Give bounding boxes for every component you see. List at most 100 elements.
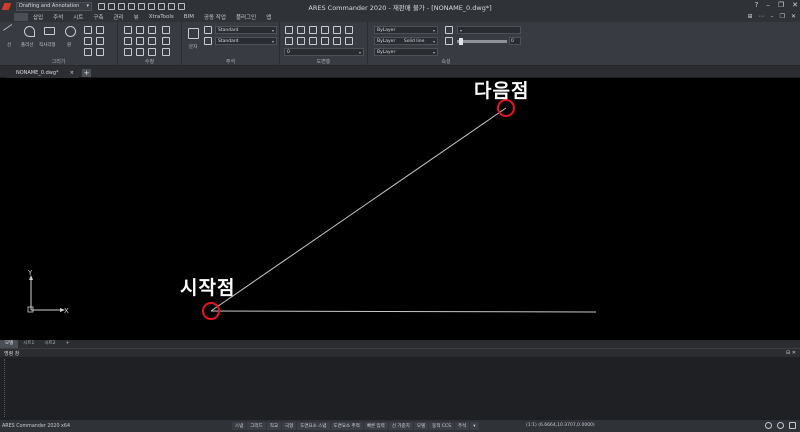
tab-manage[interactable]: 관리 [109, 13, 129, 21]
line-icon[interactable] [2, 23, 19, 40]
layer-manager-icon[interactable] [285, 26, 293, 34]
dynamic-ccs-toggle[interactable]: 동적 CCS [429, 422, 454, 430]
tab-annotate[interactable]: 주석 [48, 13, 68, 21]
transparency-input[interactable]: 0 [509, 37, 521, 45]
transparency-slider[interactable] [457, 40, 507, 43]
layer-walk-icon[interactable] [309, 37, 317, 45]
tab-xtratools[interactable]: XtraTools [144, 14, 179, 20]
tab-sheet2[interactable]: 시트2 [39, 340, 60, 348]
add-sheet-button[interactable]: + [61, 340, 75, 348]
hatch-icon[interactable] [84, 37, 92, 45]
offset-icon[interactable] [162, 48, 170, 56]
mirror-icon[interactable] [136, 37, 144, 45]
location-icon[interactable] [765, 422, 772, 429]
copy-icon[interactable] [136, 26, 144, 34]
doc-minimize-button[interactable]: – [771, 13, 774, 20]
tab-insert[interactable]: 삽입 [28, 13, 48, 21]
drawing-canvas[interactable]: Y X 시작점 다음점 [0, 78, 800, 340]
scale-icon[interactable] [148, 37, 156, 45]
layer-state-icon[interactable] [297, 26, 305, 34]
circle-icon[interactable] [65, 26, 76, 37]
ellipse-icon[interactable] [96, 26, 104, 34]
entity-track-toggle[interactable]: 도면요소 추적 [330, 422, 363, 430]
new-document-button[interactable]: + [82, 69, 91, 77]
redo-icon[interactable] [178, 2, 185, 10]
dim-style-select[interactable]: Standard ▾ [215, 37, 277, 45]
text-icon[interactable] [188, 28, 199, 39]
tab-sheet1[interactable]: 시트1 [18, 340, 39, 348]
check-icon[interactable] [345, 37, 353, 45]
doc-close-button[interactable]: ✕ [791, 13, 796, 20]
tab-apps[interactable]: 앱 [261, 13, 276, 21]
arc-icon[interactable] [84, 26, 92, 34]
layer-previous-icon[interactable] [297, 37, 305, 45]
tab-build[interactable]: 구축 [88, 13, 108, 21]
rotate-icon[interactable] [124, 37, 132, 45]
ortho-toggle[interactable]: 직교 [266, 422, 281, 430]
tab-plugins[interactable]: 플러그인 [231, 13, 261, 21]
settings-icon[interactable] [777, 422, 784, 429]
model-toggle[interactable]: 모델 [413, 422, 429, 430]
drawn-line-horizontal[interactable] [210, 310, 597, 313]
print-preview-icon[interactable] [148, 2, 155, 10]
move-icon[interactable] [124, 26, 132, 34]
close-icon[interactable]: × [70, 70, 74, 76]
more-icon[interactable]: ⋯ [759, 13, 765, 20]
extend-icon[interactable] [136, 48, 144, 56]
tab-home[interactable] [14, 13, 28, 21]
quick-input-toggle[interactable]: 빠른 입력 [363, 422, 388, 430]
ribbon-toggle-icon[interactable]: ⊞ [748, 13, 753, 20]
properties-icon[interactable] [158, 2, 165, 10]
fillet-icon[interactable] [148, 48, 156, 56]
maximize-button[interactable]: ❐ [778, 1, 784, 9]
lineweight-select[interactable]: ByLayer ▾ [374, 48, 438, 56]
app-logo-icon[interactable] [0, 0, 12, 12]
tab-bim[interactable]: BIM [179, 14, 199, 20]
layer-lock-icon[interactable] [345, 26, 353, 34]
grid-toggle[interactable]: 그리드 [247, 422, 266, 430]
layer-select[interactable]: 0 ▾ [284, 48, 364, 56]
doc-restore-button[interactable]: ❐ [780, 13, 785, 20]
rectangle-icon[interactable] [44, 27, 55, 35]
open-file-icon[interactable] [108, 2, 115, 10]
text-style-select[interactable]: Standard ▾ [215, 26, 277, 34]
gradient-icon[interactable] [96, 37, 104, 45]
entity-snap-toggle[interactable]: 도면요소 스냅 [297, 422, 330, 430]
color-select[interactable]: ByLayer ▾ [374, 26, 438, 34]
transparency-slider-handle[interactable] [459, 38, 463, 45]
close-button[interactable]: ✕ [792, 1, 798, 9]
command-window-controls[interactable]: ⊟ ✕ [786, 350, 796, 356]
tab-collaboration[interactable]: 공동 작업 [199, 13, 231, 21]
save-icon[interactable] [118, 2, 125, 10]
snap-toggle[interactable]: 스냅 [232, 422, 247, 430]
fullscreen-icon[interactable] [789, 422, 796, 429]
document-tab[interactable]: NONAME_0.dwg* × [6, 68, 78, 78]
polar-toggle[interactable]: 극형 [281, 422, 297, 430]
layer-merge-icon[interactable] [321, 37, 329, 45]
spline-icon[interactable] [96, 48, 104, 56]
layer-match-icon[interactable] [285, 37, 293, 45]
save-as-icon[interactable] [128, 2, 135, 10]
trim-icon[interactable] [124, 48, 132, 56]
print-icon[interactable] [138, 2, 145, 10]
undo-icon[interactable] [168, 2, 175, 10]
annotation-dropdown[interactable]: ▾ [470, 422, 479, 430]
drawn-line-diagonal[interactable] [210, 107, 507, 312]
minimize-button[interactable]: – [766, 1, 770, 9]
layer-isolate-icon[interactable] [309, 26, 317, 34]
point-icon[interactable] [84, 48, 92, 56]
erase-icon[interactable] [162, 26, 170, 34]
lineweight-toggle[interactable]: 선 가중치 [388, 422, 413, 430]
array-icon[interactable] [148, 26, 156, 34]
workspace-selector[interactable]: Drafting and Annotation ▾ [16, 1, 92, 11]
layer-off-icon[interactable] [321, 26, 329, 34]
layer-delete-icon[interactable] [333, 37, 341, 45]
tab-model[interactable]: 모델 [0, 340, 19, 348]
polyline-icon[interactable] [24, 26, 35, 37]
command-input-area[interactable] [4, 359, 796, 417]
layer-freeze-icon[interactable] [333, 26, 341, 34]
linetype-select[interactable]: ByLayer Solid line ▾ [374, 37, 438, 45]
new-file-icon[interactable] [98, 2, 105, 10]
annotation-toggle[interactable]: 주석 [454, 422, 470, 430]
tab-view[interactable]: 뷰 [129, 13, 144, 21]
